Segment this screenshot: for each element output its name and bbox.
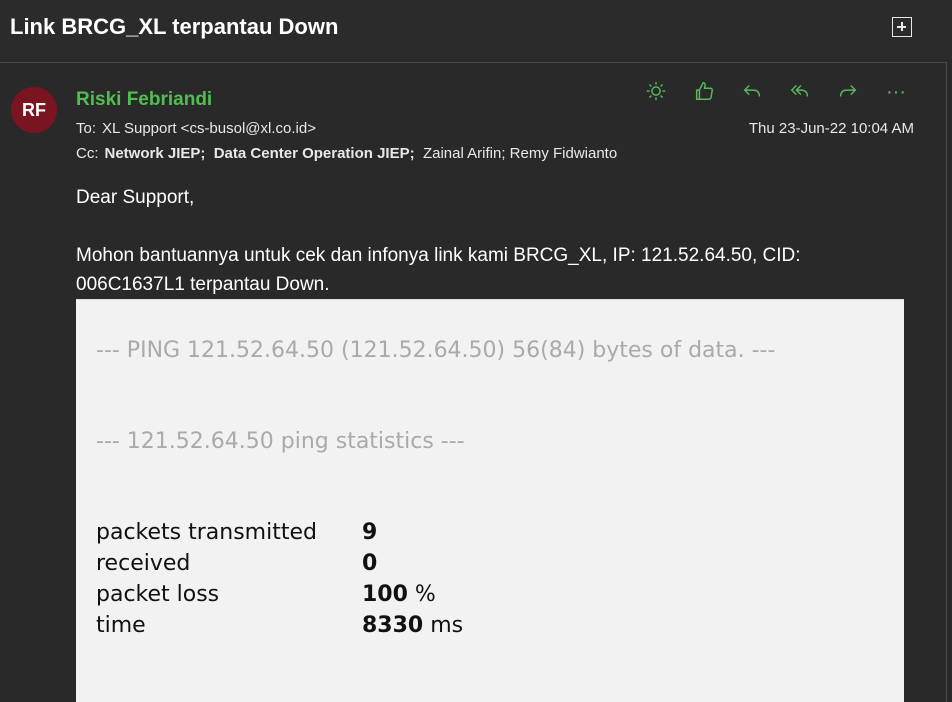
to-label: To: — [76, 120, 97, 137]
sender-name[interactable]: Riski Febriandi — [76, 89, 212, 111]
stat-value: 0 — [362, 551, 378, 576]
stat-value: 100 — [362, 582, 408, 607]
stat-value-wrap: 8330 ms — [362, 613, 463, 638]
avatar[interactable]: RF — [11, 87, 57, 133]
to-recipient[interactable]: XL Support <cs-busol@xl.co.id> — [102, 120, 316, 137]
more-icon[interactable]: ··· — [884, 80, 908, 104]
ping-header-line: --- PING 121.52.64.50 (121.52.64.50) 56(… — [96, 338, 776, 363]
forward-icon[interactable] — [836, 80, 860, 104]
like-icon[interactable] — [692, 80, 716, 104]
reply-icon[interactable] — [740, 80, 764, 104]
sun-icon[interactable] — [644, 80, 668, 104]
stat-unit: ms — [423, 613, 464, 638]
message-actions: ··· — [644, 80, 932, 106]
stat-value-wrap: 100 % — [362, 582, 436, 607]
stat-key: packet loss — [96, 582, 220, 607]
ping-output-image: --- PING 121.52.64.50 (121.52.64.50) 56(… — [76, 299, 904, 702]
stat-key: packets transmitted — [96, 520, 317, 545]
email-subject: Link BRCG_XL terpantau Down — [10, 14, 339, 39]
cc-line: Cc: Network JIEP; Data Center Operation J… — [76, 145, 617, 162]
stat-value: 9 — [362, 520, 378, 545]
cc-recipient-datacenter[interactable]: Data Center Operation JIEP; — [214, 145, 415, 162]
cc-recipients-other[interactable]: Zainal Arifin; Remy Fidwianto — [423, 145, 617, 162]
sent-date: Thu 23-Jun-22 10:04 AM — [748, 120, 914, 137]
cc-label: Cc: — [76, 145, 99, 162]
popout-icon[interactable] — [892, 17, 912, 37]
title-bar: Link BRCG_XL terpantau Down — [0, 0, 952, 60]
greeting: Dear Support, — [76, 187, 195, 208]
stat-key: received — [96, 551, 191, 576]
body-line-1: Mohon bantuannya untuk cek dan infonya l… — [76, 245, 801, 266]
cc-recipient-network[interactable]: Network JIEP; — [105, 145, 206, 162]
stat-unit: % — [407, 582, 436, 607]
ping-stats-line: --- 121.52.64.50 ping statistics --- — [96, 429, 465, 454]
stat-value-wrap: 0 — [362, 551, 377, 576]
to-line: To: XL Support <cs-busol@xl.co.id> — [76, 120, 316, 137]
stat-value-wrap: 9 — [362, 520, 377, 545]
body-line-2: 006C1637L1 terpantau Down. — [76, 274, 330, 295]
stat-key: time — [96, 613, 146, 638]
stat-value: 8330 — [362, 613, 424, 638]
reply-all-icon[interactable] — [788, 80, 812, 104]
